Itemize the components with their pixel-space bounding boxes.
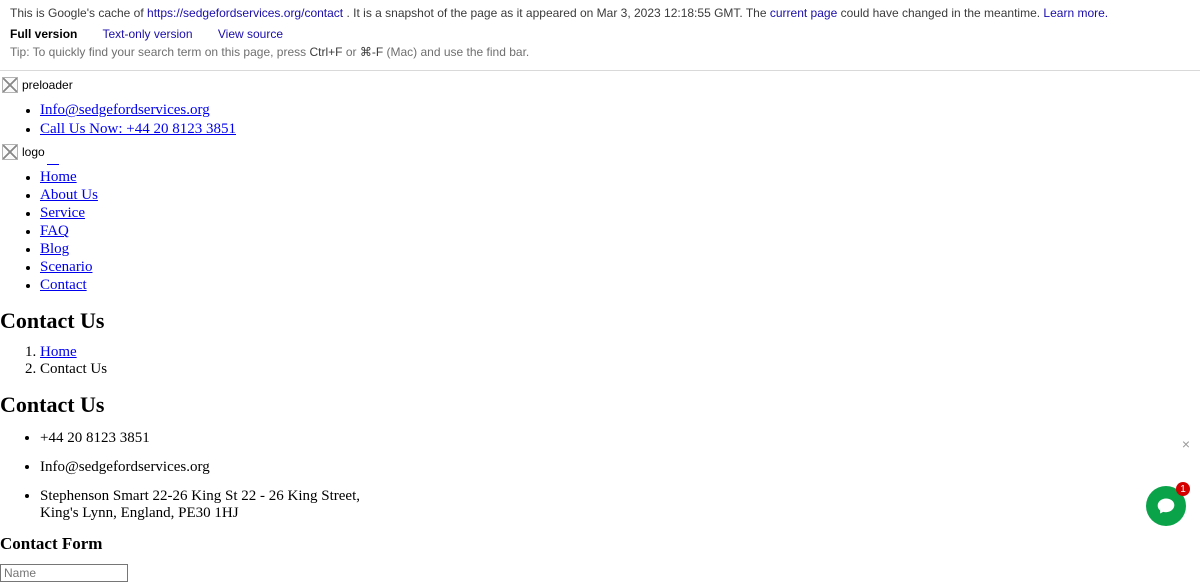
list-item: Call Us Now: +44 20 8123 3851	[40, 121, 1200, 138]
cache-intro-text: This is Google's cache of	[10, 6, 147, 20]
cache-snapshot-mid: . It is a snapshot of the page as it app…	[346, 6, 769, 20]
nav-item-home: Home	[40, 169, 1200, 186]
cache-snapshot-info: This is Google's cache of https://sedgef…	[10, 4, 1190, 23]
nav-item-about: About Us	[40, 187, 1200, 204]
logo-link[interactable]: logo	[2, 144, 1200, 165]
cache-learn-more-link[interactable]: Learn more.	[1043, 6, 1108, 20]
broken-image-icon	[2, 77, 18, 93]
chat-widget-button[interactable]: 1	[1146, 486, 1186, 526]
chat-badge: 1	[1176, 482, 1190, 496]
nav-item-scenario: Scenario	[40, 259, 1200, 276]
page-title: Contact Us	[0, 308, 1200, 334]
contact-details-list: +44 20 8123 3851 Info@sedgefordservices.…	[0, 430, 1200, 522]
list-item: Info@sedgefordservices.org	[40, 102, 1200, 119]
nav-item-service: Service	[40, 205, 1200, 222]
chat-close-icon[interactable]: ×	[1182, 436, 1190, 452]
breadcrumb-current: Contact Us	[40, 361, 1200, 378]
cache-text-only-link[interactable]: Text-only version	[102, 27, 192, 41]
nav-item-faq: FAQ	[40, 223, 1200, 240]
breadcrumb: Home Contact Us	[0, 344, 1200, 378]
main-navigation: Home About Us Service FAQ Blog Scenario …	[0, 169, 1200, 294]
chat-icon	[1156, 496, 1176, 516]
google-cache-banner: This is Google's cache of https://sedgef…	[0, 0, 1200, 71]
preloader-broken-image: preloader	[2, 77, 1200, 98]
cache-tip-text: Tip: To quickly find your search term on…	[10, 43, 1190, 62]
cache-view-source-link[interactable]: View source	[218, 27, 283, 41]
section-title: Contact Us	[0, 392, 1200, 418]
name-input[interactable]	[0, 564, 128, 582]
cache-current-page-link[interactable]: current page	[770, 6, 837, 20]
top-phone-link[interactable]: Call Us Now: +44 20 8123 3851	[40, 121, 236, 137]
contact-email: Info@sedgefordservices.org	[40, 459, 400, 476]
top-contact-list: Info@sedgefordservices.org Call Us Now: …	[0, 102, 1200, 138]
nav-item-contact: Contact	[40, 277, 1200, 294]
top-email-link[interactable]: Info@sedgefordservices.org	[40, 102, 210, 118]
broken-image-icon	[2, 144, 18, 160]
cache-snapshot-suffix: could have changed in the meantime.	[841, 6, 1044, 20]
contact-form-heading: Contact Form	[0, 534, 1200, 554]
cache-full-version-link[interactable]: Full version	[10, 27, 77, 41]
nav-item-blog: Blog	[40, 241, 1200, 258]
cache-version-links: Full version Text-only version View sour…	[10, 27, 1190, 41]
contact-address: Stephenson Smart 22-26 King St 22 - 26 K…	[40, 488, 400, 522]
cache-original-url-link[interactable]: https://sedgefordservices.org/contact	[147, 6, 343, 20]
contact-phone: +44 20 8123 3851	[40, 430, 400, 447]
breadcrumb-home: Home	[40, 344, 1200, 361]
